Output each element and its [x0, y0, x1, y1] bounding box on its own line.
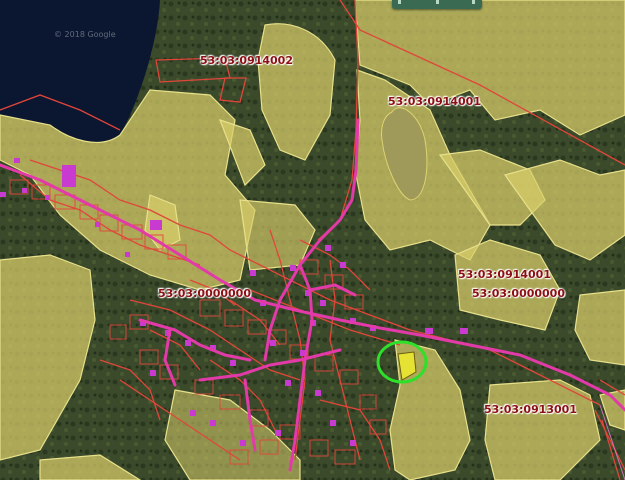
- cadastral-label: 53:03:0914001: [458, 268, 551, 281]
- toolbar-center-icon: [436, 0, 439, 4]
- map-copyright: © 2018 Google: [54, 30, 116, 39]
- cadastral-label: 53:03:0000000: [472, 287, 565, 300]
- toolbar-end-icon: [472, 0, 475, 4]
- cadastral-map[interactable]: © 2018 Google 53:03:0914002 53:03:091400…: [0, 0, 625, 480]
- cadastral-label: 53:03:0914001: [388, 95, 481, 108]
- cadastral-label: 53:03:0913001: [484, 403, 577, 416]
- toolbar-grip-icon: [398, 0, 401, 4]
- map-toolbar[interactable]: [392, 0, 482, 9]
- cadastral-label: 53:03:0000000: [158, 287, 251, 300]
- cadastral-label: 53:03:0914002: [200, 54, 293, 67]
